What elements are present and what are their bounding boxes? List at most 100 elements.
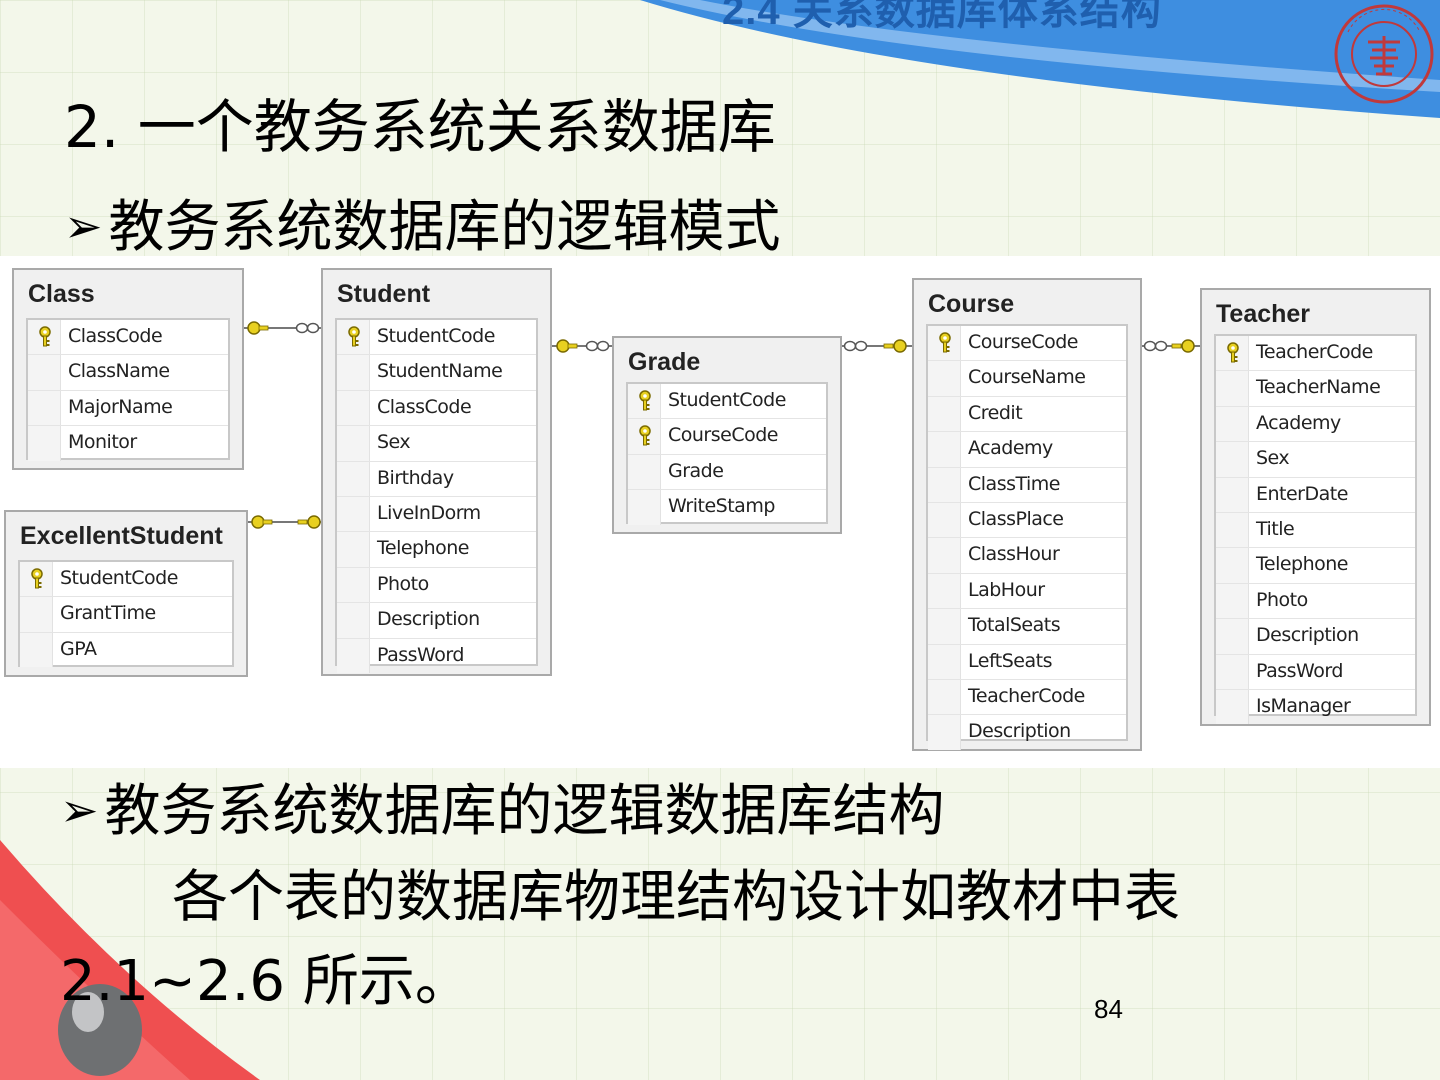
table-fields: StudentCode StudentName ClassCode Sex Birthd… [335, 318, 538, 673]
table-grade[interactable]: Grade StudentCode CourseCode Grade WriteStam… [612, 336, 842, 534]
table-title: ExcellentStudent [20, 522, 223, 550]
table-row[interactable]: Description [1216, 619, 1415, 655]
field-name: Telephone [1256, 553, 1349, 576]
row-gutter [337, 496, 370, 532]
table-row[interactable]: StudentCode [337, 320, 536, 356]
table-row[interactable]: ClassTime [928, 467, 1126, 503]
field-name: IsManager [1256, 694, 1351, 717]
bullet-text: 教务系统数据库的逻辑数据库结构 [104, 779, 945, 844]
field-name: ClassTime [968, 472, 1060, 495]
table-row[interactable]: Telephone [1216, 548, 1415, 584]
field-name: Academy [1256, 411, 1341, 434]
table-row[interactable]: IsManager [1216, 689, 1415, 725]
field-name: Academy [968, 437, 1053, 460]
table-row[interactable]: StudentName [337, 355, 536, 391]
table-title: Teacher [1216, 300, 1311, 328]
row-gutter [28, 390, 61, 426]
table-row[interactable]: TeacherName [1216, 371, 1415, 407]
table-fields: StudentCode CourseCode Grade WriteStamp [626, 382, 828, 525]
field-name: TotalSeats [968, 614, 1061, 637]
table-row[interactable]: CourseName [928, 361, 1126, 397]
row-gutter [337, 603, 370, 638]
table-row[interactable]: Academy [1216, 406, 1415, 443]
row-gutter [928, 538, 961, 573]
bullet-text: 教务系统数据库的逻辑模式 [108, 195, 781, 260]
table-row[interactable]: TotalSeats [928, 609, 1126, 645]
table-row[interactable]: CourseCode [628, 419, 826, 455]
table-row[interactable]: CourseCode [928, 326, 1126, 362]
field-name: TeacherCode [1256, 341, 1373, 363]
table-row[interactable]: MajorName [28, 390, 228, 427]
table-row[interactable]: GPA [20, 632, 232, 668]
table-row[interactable]: ClassCode [28, 320, 228, 356]
field-name: WriteStamp [668, 495, 775, 518]
row-gutter [1216, 548, 1249, 583]
table-course[interactable]: Course CourseCode CourseName Credit Academy C… [912, 278, 1142, 751]
table-row[interactable]: Sex [337, 426, 536, 462]
table-row[interactable]: TeacherCode [1216, 336, 1415, 372]
table-row[interactable]: ClassHour [928, 538, 1126, 574]
row-gutter [28, 426, 61, 461]
field-name: LeftSeats [968, 649, 1053, 672]
table-row[interactable]: Description [928, 715, 1126, 750]
table-row[interactable]: Birthday [337, 461, 536, 497]
table-row[interactable]: ClassCode [337, 390, 536, 427]
relationship-many-icon [1143, 340, 1168, 352]
field-name: Birthday [377, 466, 454, 489]
table-row[interactable]: LeftSeats [928, 644, 1126, 680]
table-row[interactable]: TeacherCode [928, 679, 1126, 716]
row-gutter [928, 361, 961, 396]
field-name: CourseCode [968, 331, 1078, 353]
row-gutter [928, 502, 961, 538]
table-row[interactable]: ClassPlace [928, 502, 1126, 539]
field-name: Description [1256, 624, 1359, 647]
field-name: LabHour [968, 578, 1045, 601]
row-gutter [928, 609, 961, 644]
table-row[interactable]: StudentCode [20, 562, 232, 598]
table-row[interactable]: GrantTime [20, 597, 232, 633]
table-row[interactable]: Telephone [337, 532, 536, 568]
row-gutter [1216, 583, 1249, 619]
field-name: StudentName [377, 360, 503, 383]
table-excellent[interactable]: ExcellentStudent StudentCode GrantTime GPA [4, 510, 248, 678]
table-student[interactable]: Student StudentCode StudentName ClassCode Se… [321, 268, 552, 676]
relationship-key-icon [247, 321, 269, 335]
table-row[interactable]: ClassName [28, 355, 228, 391]
row-gutter [337, 461, 370, 496]
row-gutter [337, 390, 370, 426]
table-fields: TeacherCode TeacherName Academy Sex EnterDat… [1214, 334, 1417, 725]
table-row[interactable]: Photo [1216, 583, 1415, 620]
table-row[interactable]: EnterDate [1216, 477, 1415, 513]
table-row[interactable]: StudentCode [628, 384, 826, 420]
row-gutter [337, 426, 370, 461]
table-row[interactable]: LiveInDorm [337, 496, 536, 533]
table-row[interactable]: Monitor [28, 426, 228, 461]
university-logo-icon [1334, 4, 1434, 104]
table-row[interactable]: Academy [928, 432, 1126, 468]
table-row[interactable]: PassWord [1216, 654, 1415, 690]
table-row[interactable]: Photo [337, 567, 536, 604]
relationship-key-icon [297, 515, 321, 529]
table-title: Class [28, 280, 95, 308]
table-row[interactable]: Title [1216, 512, 1415, 549]
primary-key-icon [1224, 342, 1242, 364]
row-gutter [20, 597, 53, 632]
table-row[interactable]: LabHour [928, 573, 1126, 610]
table-row[interactable]: Description [337, 603, 536, 639]
er-diagram: Class ClassCode ClassName MajorName Monitor E… [0, 256, 1440, 768]
row-gutter [28, 355, 61, 390]
table-teacher[interactable]: Teacher TeacherCode TeacherName Academy Sex E… [1200, 288, 1431, 727]
table-row[interactable]: Sex [1216, 442, 1415, 478]
table-row[interactable]: WriteStamp [628, 490, 826, 525]
table-row[interactable]: PassWord [337, 638, 536, 673]
field-name: TeacherName [1256, 376, 1381, 399]
row-gutter [1216, 689, 1249, 725]
row-gutter [928, 432, 961, 467]
row-gutter [1216, 442, 1249, 477]
field-name: StudentCode [377, 325, 495, 347]
table-class[interactable]: Class ClassCode ClassName MajorName Monitor [12, 268, 244, 470]
table-row[interactable]: Grade [628, 454, 826, 491]
primary-key-icon [36, 326, 54, 348]
table-row[interactable]: Credit [928, 396, 1126, 433]
row-gutter [928, 644, 961, 679]
